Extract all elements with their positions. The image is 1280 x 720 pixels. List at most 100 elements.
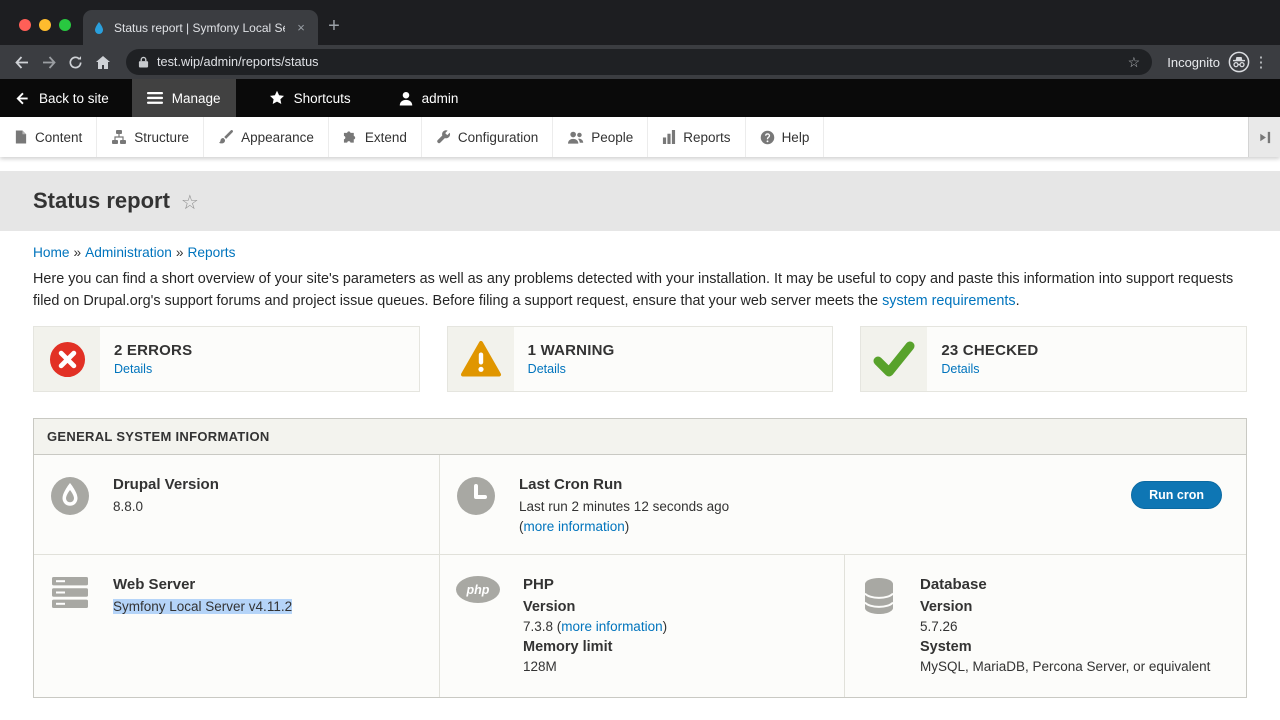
hamburger-menu-icon <box>147 91 163 105</box>
last-cron-value: Last run 2 minutes 12 seconds ago <box>519 497 729 517</box>
system-info-row-2: Web Server Symfony Local Server v4.11.2 … <box>34 555 1246 697</box>
menu-item-structure[interactable]: Structure <box>97 117 204 157</box>
menu-item-content[interactable]: Content <box>0 117 97 157</box>
favicon-drupal-drop-icon <box>92 21 106 35</box>
database-version-label: Version <box>920 597 1210 617</box>
browser-tabstrip: Status report | Symfony Local Se × + <box>0 0 1280 45</box>
checked-card: 23 CHECKED Details <box>860 326 1247 392</box>
add-shortcut-star-icon[interactable]: ☆ <box>181 190 199 215</box>
menu-item-reports[interactable]: Reports <box>648 117 745 157</box>
user-icon <box>399 91 413 106</box>
toolbar-orientation-button[interactable] <box>1248 117 1280 157</box>
window-zoom-button[interactable] <box>59 19 71 31</box>
menu-item-people[interactable]: People <box>553 117 648 157</box>
new-tab-button[interactable]: + <box>318 10 350 45</box>
url-text: test.wip/admin/reports/status <box>157 55 1120 69</box>
breadcrumb-administration-link[interactable]: Administration <box>85 245 172 260</box>
menu-item-help[interactable]: Help <box>746 117 825 157</box>
system-info-row-1: Drupal Version 8.8.0 Last Cron Run Last … <box>34 455 1246 555</box>
warnings-card: 1 WARNING Details <box>447 326 834 392</box>
warnings-count: 1 WARNING <box>528 342 615 359</box>
back-to-site-button[interactable]: Back to site <box>0 79 124 117</box>
breadcrumb-separator: » <box>74 245 82 260</box>
drupal-admin-toolbar: Back to site Manage Shortcuts admin <box>0 79 1280 117</box>
menu-item-configuration[interactable]: Configuration <box>422 117 553 157</box>
run-cron-button[interactable]: Run cron <box>1131 481 1222 509</box>
menubar-spacer <box>824 117 1248 157</box>
back-to-site-icon <box>15 91 30 106</box>
breadcrumb-home-link[interactable]: Home <box>33 245 70 260</box>
user-menu-button[interactable]: admin <box>384 79 474 117</box>
extend-icon <box>343 130 358 145</box>
drupal-version-value: 8.8.0 <box>113 497 219 517</box>
configuration-icon <box>436 130 451 145</box>
drupal-version-title: Drupal Version <box>113 475 219 495</box>
last-cron-cell: Last Cron Run Last run 2 minutes 12 seco… <box>439 455 1246 554</box>
warnings-details-link[interactable]: Details <box>528 362 615 376</box>
error-icon <box>34 327 100 391</box>
web-server-value: Symfony Local Server v4.11.2 <box>113 599 292 614</box>
database-system-label: System <box>920 637 1210 657</box>
page-title: Status report <box>33 188 170 214</box>
check-icon <box>861 327 927 391</box>
system-requirements-link[interactable]: system requirements <box>882 293 1016 309</box>
breadcrumb-reports-link[interactable]: Reports <box>188 245 236 260</box>
checked-details-link[interactable]: Details <box>941 362 1038 376</box>
checked-count: 23 CHECKED <box>941 342 1038 359</box>
intro-paragraph: Here you can find a short overview of yo… <box>33 269 1247 312</box>
errors-card: 2 ERRORS Details <box>33 326 420 392</box>
reports-icon <box>662 130 676 144</box>
breadcrumb-separator: » <box>176 245 184 260</box>
toolbar-orientation-icon <box>1257 130 1272 145</box>
shortcuts-button[interactable]: Shortcuts <box>254 79 366 117</box>
appearance-icon <box>218 129 234 145</box>
browser-toolbar: test.wip/admin/reports/status ☆ Incognit… <box>0 45 1280 79</box>
help-icon <box>760 130 775 145</box>
database-icon <box>861 576 897 621</box>
browser-menu-icon[interactable]: ⋮ <box>1250 53 1272 71</box>
drupal-version-cell: Drupal Version 8.8.0 <box>34 455 439 554</box>
structure-icon <box>111 129 127 145</box>
page-body: Home»Administration»Reports Here you can… <box>0 231 1280 720</box>
address-bar[interactable]: test.wip/admin/reports/status ☆ <box>126 49 1152 75</box>
php-version-value: 7.3.8 <box>523 619 553 634</box>
web-server-icon <box>50 576 90 615</box>
content-icon <box>14 129 28 145</box>
database-title: Database <box>920 575 1210 595</box>
web-server-cell: Web Server Symfony Local Server v4.11.2 <box>34 555 439 697</box>
warning-icon <box>448 327 514 391</box>
system-info-panel: GENERAL SYSTEM INFORMATION Drupal Versio… <box>33 418 1247 698</box>
php-cell: php PHP Version 7.3.8 (more information)… <box>439 555 844 697</box>
php-icon: php <box>456 576 500 603</box>
lock-icon[interactable] <box>138 55 149 69</box>
menu-item-extend[interactable]: Extend <box>329 117 422 157</box>
tab-title: Status report | Symfony Local Se <box>114 21 285 35</box>
page-header: Status report ☆ <box>0 171 1280 231</box>
last-cron-title: Last Cron Run <box>519 475 729 495</box>
database-system-value: MySQL, MariaDB, Percona Server, or equiv… <box>920 657 1210 677</box>
system-info-header: GENERAL SYSTEM INFORMATION <box>34 419 1246 455</box>
home-icon[interactable] <box>89 49 116 76</box>
screen: Status report | Symfony Local Se × + tes… <box>0 0 1280 720</box>
tab-close-icon[interactable]: × <box>293 20 309 36</box>
manage-button[interactable]: Manage <box>132 79 236 117</box>
browser-tab[interactable]: Status report | Symfony Local Se × <box>83 10 318 45</box>
clock-icon <box>456 476 496 521</box>
status-summary-cards: 2 ERRORS Details 1 WARNING Details 2 <box>33 326 1247 392</box>
php-memory-label: Memory limit <box>523 637 667 657</box>
window-minimize-button[interactable] <box>39 19 51 31</box>
reload-icon[interactable] <box>62 49 89 76</box>
incognito-icon <box>1228 51 1250 73</box>
cron-more-information-link[interactable]: more information <box>524 519 625 534</box>
forward-icon[interactable] <box>35 49 62 76</box>
window-close-button[interactable] <box>19 19 31 31</box>
star-icon <box>269 90 285 106</box>
database-cell: Database Version 5.7.26 System MySQL, Ma… <box>844 555 1246 697</box>
errors-details-link[interactable]: Details <box>114 362 192 376</box>
php-more-information-link[interactable]: more information <box>561 619 662 634</box>
people-icon <box>567 130 584 145</box>
database-version-value: 5.7.26 <box>920 617 1210 637</box>
back-icon[interactable] <box>8 49 35 76</box>
bookmark-star-icon[interactable]: ☆ <box>1128 54 1141 71</box>
menu-item-appearance[interactable]: Appearance <box>204 117 329 157</box>
